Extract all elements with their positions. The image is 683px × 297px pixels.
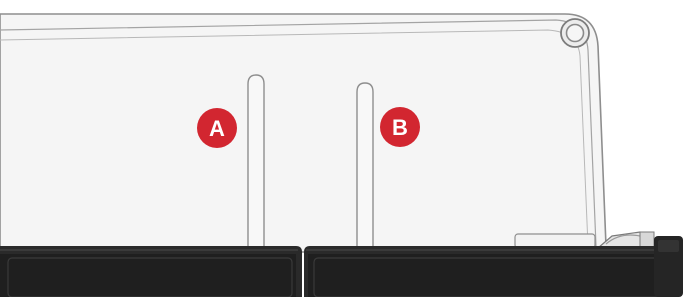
back-panel (0, 13, 607, 253)
base-right (304, 246, 672, 297)
device-illustration: A B (0, 0, 683, 297)
illustration-canvas: A B (0, 13, 683, 297)
marker-b-label: B (392, 115, 408, 140)
screw-icon (560, 18, 590, 48)
base-end-cap (654, 236, 683, 297)
marker-a-label: A (209, 116, 225, 141)
base-left (0, 246, 302, 297)
slot-b (356, 82, 374, 252)
slot-a (247, 74, 265, 252)
marker-b: B (380, 107, 420, 147)
marker-a: A (197, 108, 237, 148)
connector-icon (514, 231, 655, 249)
